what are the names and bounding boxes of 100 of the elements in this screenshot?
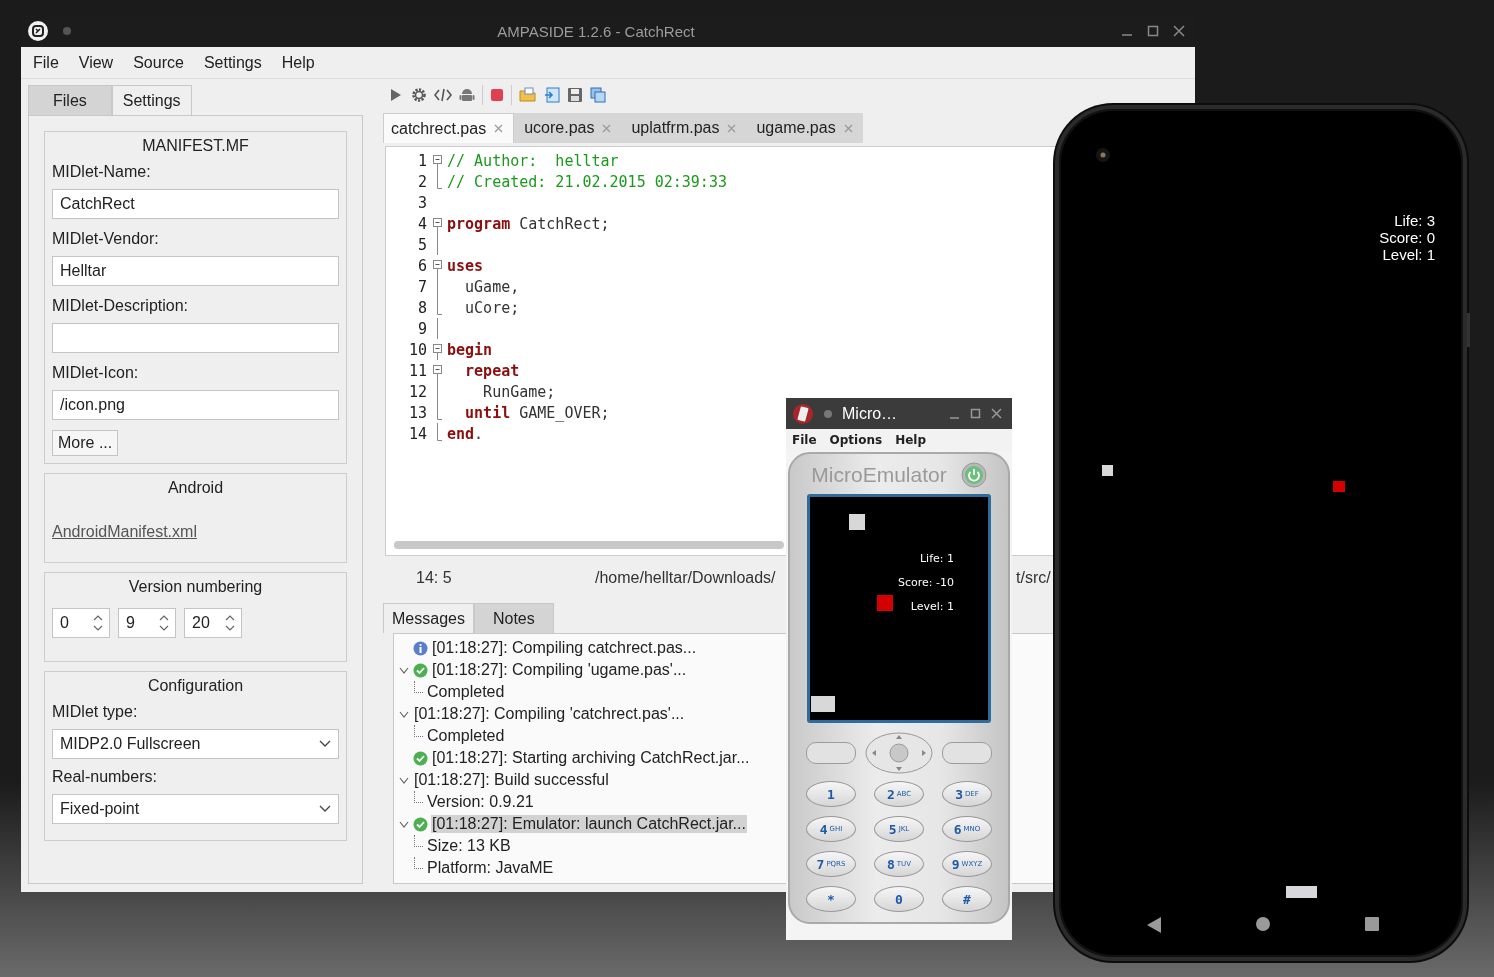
scroll-bar[interactable]	[394, 541, 784, 549]
field-label: MIDlet-Icon:	[52, 363, 140, 383]
code-line: uCore;	[464, 298, 520, 317]
close-icon[interactable]	[991, 408, 1002, 419]
menu-item[interactable]: Source	[123, 53, 194, 72]
menu-item[interactable]: View	[68, 53, 124, 72]
maximize-icon[interactable]	[970, 408, 981, 419]
dropdown[interactable]: MIDP2.0 Fullscreen	[52, 729, 339, 759]
message-item[interactable]: [01:18:27]: Compiling 'ugame.pas'...	[431, 661, 688, 679]
game-block	[1102, 465, 1113, 476]
file-tab[interactable]: ugame.pas	[746, 113, 863, 143]
app-logo-icon	[27, 20, 49, 42]
spin-box[interactable]: 0	[52, 608, 110, 638]
home-icon[interactable]	[1256, 917, 1270, 931]
success-icon	[413, 816, 428, 832]
soft-key[interactable]	[806, 742, 856, 764]
panel-tab[interactable]: Files	[28, 85, 112, 115]
message-item[interactable]: Version: 0.9.21	[426, 793, 535, 811]
file-tab[interactable]: uplatfrm.pas	[621, 113, 747, 143]
line-number: 5	[416, 235, 428, 254]
android-icon[interactable]	[459, 87, 475, 103]
spin-box[interactable]: 20	[184, 608, 242, 638]
code-line: program CatchRect;	[447, 214, 610, 233]
manifest-link[interactable]: AndroidManifest.xml	[52, 523, 197, 541]
menu-item[interactable]: File	[792, 433, 817, 447]
message-item[interactable]: [01:18:27]: Emulator: launch CatchRect.jar...	[431, 815, 747, 833]
message-item[interactable]: Completed	[426, 727, 506, 745]
dpad-control[interactable]	[865, 732, 933, 774]
line-number: 3	[416, 193, 428, 212]
keypad-key[interactable]: 1	[806, 781, 856, 807]
message-item[interactable]: [01:18:27]: Build successful	[413, 771, 610, 789]
field-label: MIDlet-Description:	[52, 296, 190, 316]
text-field[interactable]: /icon.png	[52, 390, 339, 420]
tree-connector	[414, 680, 423, 693]
file-tab[interactable]: catchrect.pas	[383, 113, 515, 143]
save-icon[interactable]	[567, 87, 583, 103]
code-icon[interactable]	[434, 87, 452, 103]
group-title: Version numbering	[127, 577, 264, 597]
info-icon	[413, 640, 428, 656]
back-icon[interactable]	[1147, 917, 1161, 933]
message-item[interactable]: [01:18:27]: Compiling catchrect.pas...	[431, 639, 698, 657]
spin-box[interactable]: 9	[118, 608, 176, 638]
game-paddle	[811, 696, 835, 712]
menu-item[interactable]: Help	[895, 433, 927, 447]
keypad-key[interactable]: 0	[874, 886, 924, 912]
close-icon[interactable]	[1173, 25, 1185, 37]
line-number: 10	[407, 340, 428, 359]
code-line: begin	[447, 340, 493, 359]
chevron-down-icon[interactable]	[319, 805, 331, 813]
message-item[interactable]: [01:18:27]: Starting archiving CatchRect.jar...	[431, 749, 751, 767]
chevron-down-icon[interactable]	[319, 740, 331, 748]
panel-tab[interactable]: Notes	[473, 603, 554, 633]
panel-tab[interactable]: Settings	[111, 85, 192, 115]
menu-item[interactable]: Help	[271, 53, 325, 72]
gear-icon[interactable]	[411, 87, 427, 103]
game-stat: Score: -10	[898, 575, 954, 591]
text-field[interactable]: CatchRect	[52, 189, 339, 219]
panel-tab[interactable]: Messages	[383, 603, 474, 633]
code-line: // Author: helltar	[447, 151, 619, 170]
menu-item[interactable]: Options	[829, 433, 883, 447]
export-icon[interactable]	[544, 87, 560, 103]
app-logo-icon	[792, 402, 814, 425]
code-line: end.	[447, 424, 484, 443]
message-item[interactable]: Platform: JavaME	[426, 859, 555, 877]
message-item[interactable]: Completed	[426, 683, 506, 701]
line-number: 2	[416, 172, 428, 191]
group-title: MANIFEST.MF	[141, 136, 250, 156]
soft-key[interactable]	[942, 742, 992, 764]
save-all-icon[interactable]	[590, 87, 606, 103]
code-line: repeat	[464, 361, 520, 380]
game-block	[877, 595, 893, 611]
dropdown[interactable]: Fixed-point	[52, 794, 339, 824]
code-line: until GAME_OVER;	[464, 403, 610, 422]
text-field[interactable]	[52, 323, 339, 353]
tree-connector	[414, 724, 423, 737]
line-number: 1	[416, 151, 428, 170]
close-icon[interactable]	[494, 124, 504, 133]
more-button[interactable]: More ...	[52, 430, 119, 456]
keypad-key[interactable]: #	[942, 886, 992, 912]
menu-item[interactable]: Settings	[193, 53, 272, 72]
power-icon[interactable]	[960, 462, 987, 488]
tree-connector	[414, 856, 423, 869]
file-tab[interactable]: ucore.pas	[514, 113, 622, 143]
field-label: MIDlet type:	[52, 702, 139, 722]
game-block	[849, 514, 865, 530]
code-line: uGame,	[464, 277, 520, 296]
message-item[interactable]: [01:18:27]: Compiling 'catchrect.pas'...	[413, 705, 686, 723]
folder-icon[interactable]	[519, 87, 537, 103]
line-number: 9	[416, 319, 428, 338]
maximize-icon[interactable]	[1147, 25, 1159, 37]
code-line: // Created: 21.02.2015 02:39:33	[447, 172, 727, 191]
message-item[interactable]: Size: 13 KB	[426, 837, 512, 855]
stop-icon[interactable]	[490, 88, 504, 102]
keypad-key[interactable]: *	[806, 886, 856, 912]
tree-connector	[414, 834, 423, 847]
cursor-position: 14: 5	[416, 569, 453, 587]
group-title: Configuration	[146, 676, 245, 696]
menu-item[interactable]: File	[23, 53, 69, 72]
text-field[interactable]: Helltar	[52, 256, 339, 286]
line-number: 7	[416, 277, 428, 296]
